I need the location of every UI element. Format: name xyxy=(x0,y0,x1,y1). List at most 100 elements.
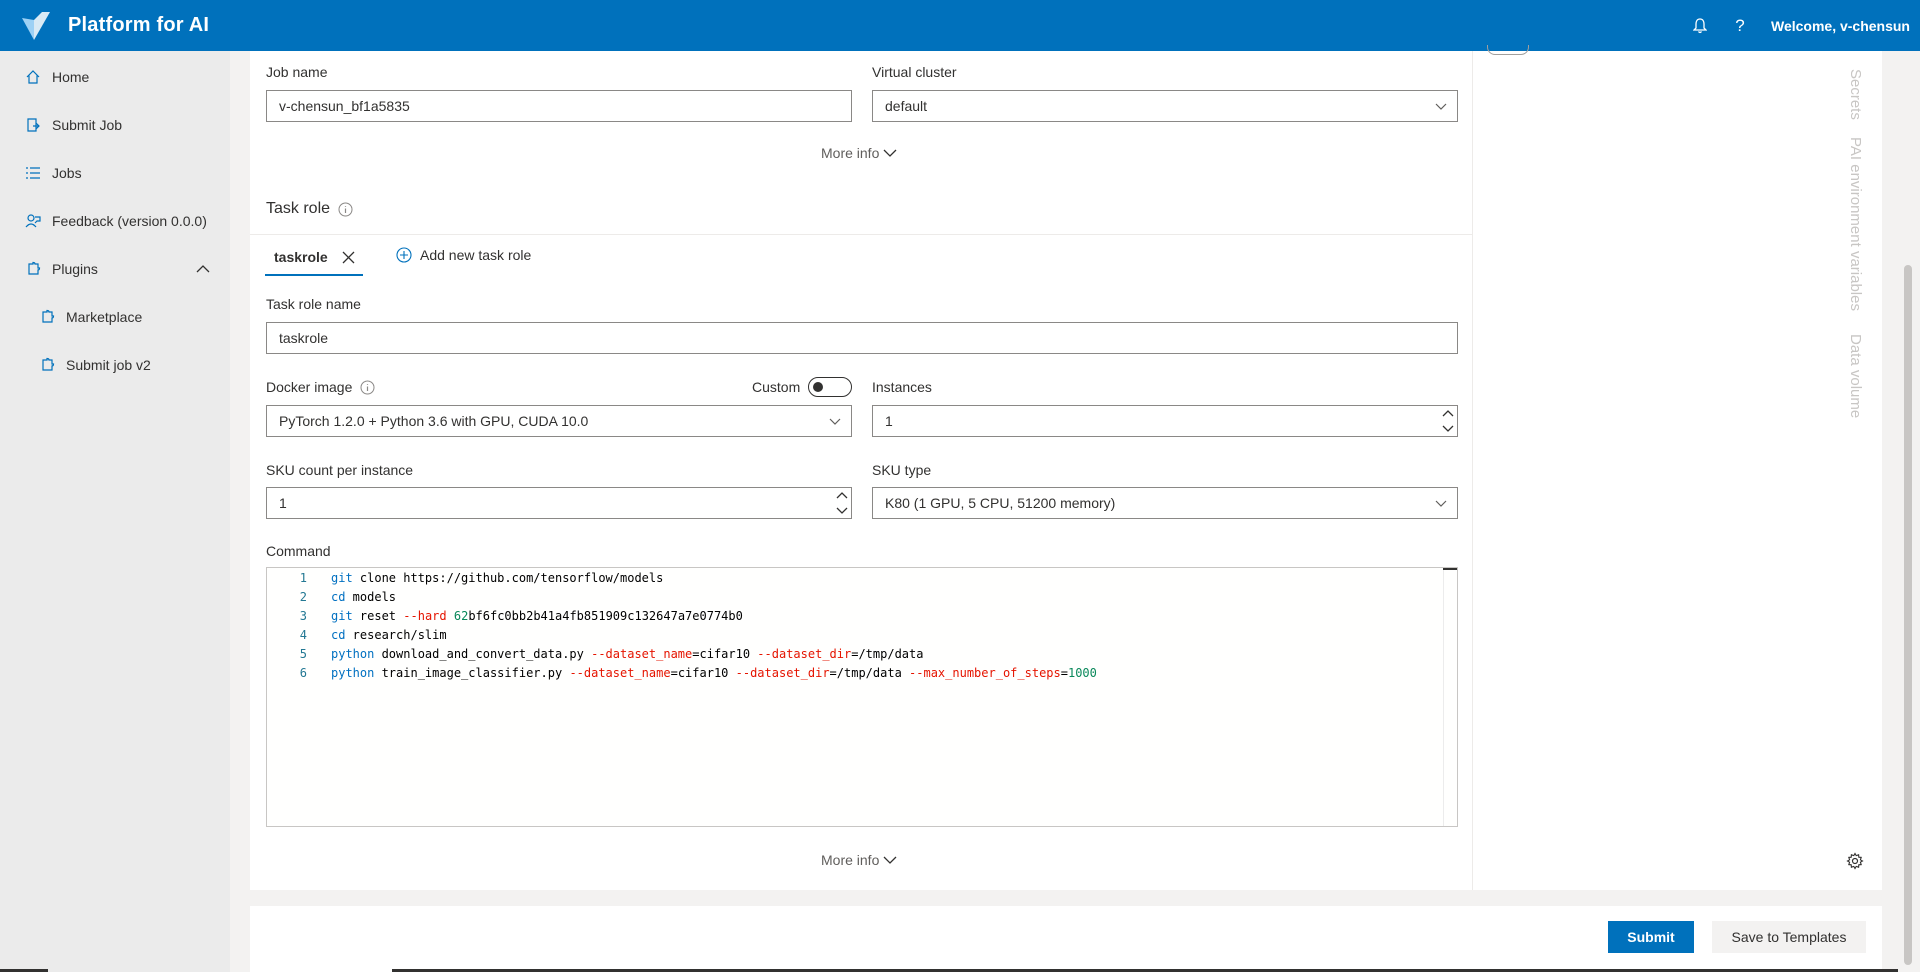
sidebar-item-feedback[interactable]: Feedback (version 0.0.0) xyxy=(0,197,230,245)
bell-icon[interactable] xyxy=(1691,17,1709,35)
line-number: 3 xyxy=(299,608,307,623)
tab-secrets[interactable]: Secrets xyxy=(1847,69,1864,120)
gear-icon[interactable] xyxy=(1846,852,1864,870)
sidebar: Home Submit Job Jobs Feedback (version 0… xyxy=(0,51,230,972)
sku-count-stepper[interactable]: 1 xyxy=(266,487,852,519)
sidebar-item-label: Submit Job xyxy=(52,117,123,133)
save-to-templates-button[interactable]: Save to Templates xyxy=(1712,921,1866,953)
line-number: 2 xyxy=(299,589,307,604)
chevron-down-icon xyxy=(829,418,841,425)
code-line: 5 python download_and_convert_data.py --… xyxy=(267,644,924,663)
add-task-role-label: Add new task role xyxy=(420,247,532,263)
editor-scrollbar[interactable] xyxy=(1443,568,1457,826)
chevron-up-icon[interactable] xyxy=(196,261,210,277)
line-number: 4 xyxy=(299,627,307,642)
stepper-arrows[interactable] xyxy=(1441,408,1455,434)
docker-image-label: Docker image xyxy=(266,379,375,395)
app-title[interactable]: Platform for AI xyxy=(68,14,209,37)
page-scrollbar[interactable] xyxy=(1898,51,1920,972)
sidebar-item-label: Plugins xyxy=(52,261,98,277)
info-icon[interactable] xyxy=(338,202,353,217)
tab-data-volume[interactable]: Data volume xyxy=(1847,334,1864,418)
sidebar-item-label: Jobs xyxy=(52,165,82,181)
sidebar-item-submit-job-v2[interactable]: Submit job v2 xyxy=(0,341,230,389)
chevron-down-icon xyxy=(883,856,897,864)
logo[interactable] xyxy=(20,10,52,42)
docker-image-label-text: Docker image xyxy=(266,379,353,395)
chevron-down-icon[interactable] xyxy=(1442,424,1454,434)
sku-count-label: SKU count per instance xyxy=(266,462,414,478)
job-name-input[interactable]: v-chensun_bf1a5835 xyxy=(266,90,852,122)
code-text: cd research/slim xyxy=(331,627,447,642)
stepper-arrows[interactable] xyxy=(835,490,849,516)
code-line: 6 python train_image_classifier.py --dat… xyxy=(267,663,1097,682)
task-role-title-text: Task role xyxy=(266,200,331,217)
code-line: 1 git clone https://github.com/tensorflo… xyxy=(267,568,664,587)
scrollbar-thumb[interactable] xyxy=(1904,265,1912,965)
submit-job-icon xyxy=(24,116,42,134)
chevron-up-icon[interactable] xyxy=(836,490,848,500)
custom-label: Custom xyxy=(752,379,801,395)
close-icon[interactable] xyxy=(342,251,355,264)
sidebar-item-label: Marketplace xyxy=(66,309,143,325)
submit-button[interactable]: Submit xyxy=(1608,921,1694,953)
jobs-list-icon xyxy=(24,164,42,182)
sku-type-value: K80 (1 GPU, 5 CPU, 51200 memory) xyxy=(885,495,1116,511)
chevron-down-icon xyxy=(883,149,897,157)
side-panel: Secrets PAI environment variables Data v… xyxy=(1473,45,1882,890)
code-text: python download_and_convert_data.py --da… xyxy=(331,646,924,661)
more-info-label: More info xyxy=(821,145,880,161)
sku-type-dropdown[interactable]: K80 (1 GPU, 5 CPU, 51200 memory) xyxy=(872,487,1458,519)
sidebar-item-jobs[interactable]: Jobs xyxy=(0,149,230,197)
sidebar-item-home[interactable]: Home xyxy=(0,53,230,101)
code-line: 2 cd models xyxy=(267,587,396,606)
sidebar-item-submit-job[interactable]: Submit Job xyxy=(0,101,230,149)
editor-scroll-indicator xyxy=(1443,568,1457,570)
chevron-down-icon xyxy=(1435,500,1447,507)
section-divider xyxy=(250,234,1473,235)
info-icon[interactable] xyxy=(360,380,375,395)
code-line: 3 git reset --hard 62bf6fc0bb2b41a4fb851… xyxy=(267,606,743,625)
instances-stepper[interactable]: 1 xyxy=(872,405,1458,437)
help-icon[interactable]: ? xyxy=(1731,16,1749,35)
code-text: cd models xyxy=(331,589,397,604)
main-panel: Job name v-chensun_bf1a5835 Virtual clus… xyxy=(250,45,1882,890)
line-number: 5 xyxy=(299,646,307,661)
sku-type-label: SKU type xyxy=(872,462,932,478)
more-info-label: More info xyxy=(821,852,880,868)
instances-label: Instances xyxy=(872,379,932,395)
task-role-name-label: Task role name xyxy=(266,296,361,312)
tab-pai-environment-variables[interactable]: PAI environment variables xyxy=(1847,137,1864,311)
code-text: git clone https://github.com/tensorflow/… xyxy=(331,570,664,585)
custom-toggle[interactable] xyxy=(808,377,852,397)
task-role-name-input[interactable]: taskrole xyxy=(266,322,1458,354)
docker-image-dropdown[interactable]: PyTorch 1.2.0 + Python 3.6 with GPU, CUD… xyxy=(266,405,852,437)
code-line: 4 cd research/slim xyxy=(267,625,447,644)
plugin-icon xyxy=(38,356,56,374)
job-form: Job name v-chensun_bf1a5835 Virtual clus… xyxy=(250,51,1473,890)
sidebar-item-label: Feedback (version 0.0.0) xyxy=(52,213,207,229)
tab-taskrole[interactable]: taskrole xyxy=(274,246,355,268)
top-bar: Platform for AI ? Welcome, v-chensun xyxy=(0,0,1920,51)
chevron-down-icon[interactable] xyxy=(836,506,848,516)
code-text: python train_image_classifier.py --datas… xyxy=(331,665,1097,680)
welcome-text[interactable]: Welcome, v-chensun xyxy=(1771,18,1910,34)
virtual-cluster-value: default xyxy=(885,98,928,114)
add-task-role-button[interactable]: Add new task role xyxy=(396,247,531,263)
feedback-icon xyxy=(24,212,42,230)
tab-active-indicator xyxy=(265,274,363,276)
sidebar-item-label: Submit job v2 xyxy=(66,357,151,373)
line-number: 1 xyxy=(299,570,307,585)
more-info-link[interactable]: More info xyxy=(821,852,897,868)
tab-label: taskrole xyxy=(274,249,328,265)
add-circle-icon xyxy=(396,247,412,263)
home-icon xyxy=(24,68,42,86)
sidebar-item-marketplace[interactable]: Marketplace xyxy=(0,293,230,341)
chevron-up-icon[interactable] xyxy=(1442,408,1454,418)
code-text: git reset --hard 62bf6fc0bb2b41a4fb85190… xyxy=(331,608,743,623)
more-info-link[interactable]: More info xyxy=(821,145,897,161)
sidebar-item-plugins[interactable]: Plugins xyxy=(0,245,230,293)
virtual-cluster-dropdown[interactable]: default xyxy=(872,90,1458,122)
toggle-partial[interactable] xyxy=(1487,45,1529,55)
command-editor[interactable]: 1 git clone https://github.com/tensorflo… xyxy=(266,567,1458,827)
